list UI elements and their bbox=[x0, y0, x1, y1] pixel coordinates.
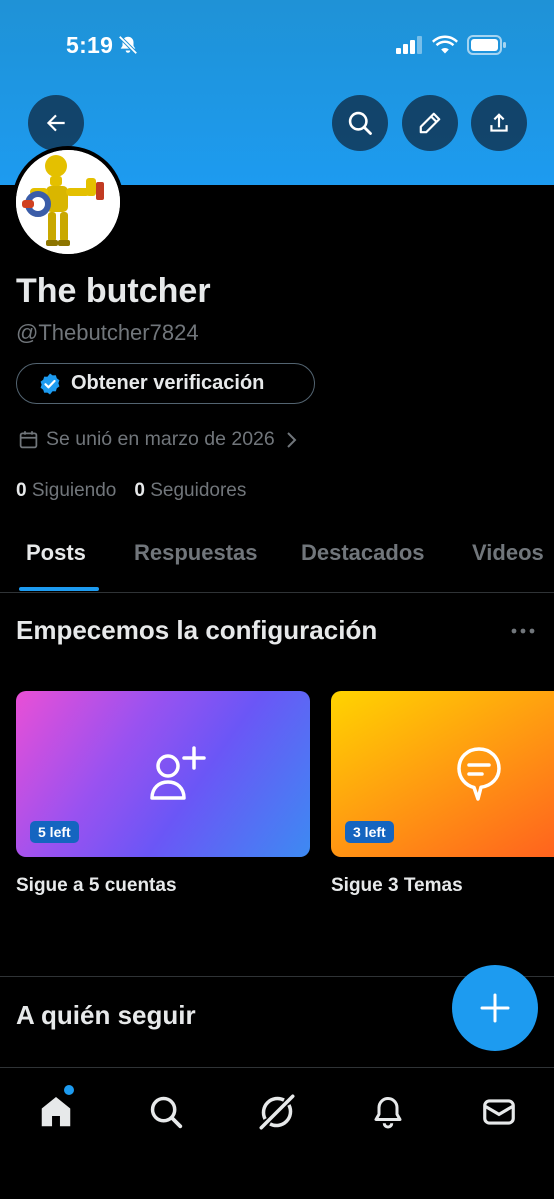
more-options-icon[interactable] bbox=[509, 620, 539, 642]
add-user-icon bbox=[150, 746, 206, 800]
battery-icon bbox=[467, 35, 506, 55]
bottom-nav bbox=[0, 1067, 554, 1199]
bell-muted-icon bbox=[118, 35, 138, 55]
search-icon bbox=[348, 111, 372, 135]
followers-label: Seguidores bbox=[150, 480, 247, 501]
profile-handle: @Thebutcher7824 bbox=[16, 320, 199, 345]
plus-icon bbox=[480, 993, 510, 1023]
profile-search-button[interactable] bbox=[332, 95, 388, 151]
followers-number: 0 bbox=[134, 480, 145, 501]
search-icon bbox=[150, 1096, 183, 1129]
who-to-follow-title: A quién seguir bbox=[16, 1000, 196, 1030]
remaining-badge: 5 left bbox=[30, 821, 79, 843]
joined-date[interactable]: Se unió en marzo de 2026 bbox=[18, 428, 297, 451]
back-button[interactable] bbox=[28, 95, 84, 151]
follow-accounts-caption: Sigue a 5 cuentas bbox=[16, 875, 177, 896]
profile-tabs: Posts Respuestas Destacados Videos bbox=[0, 520, 554, 593]
arrow-left-icon bbox=[46, 114, 65, 132]
bell-icon bbox=[374, 1097, 402, 1129]
nav-search[interactable] bbox=[144, 1090, 188, 1134]
status-time: 5:19 bbox=[66, 32, 114, 58]
edit-profile-button[interactable] bbox=[402, 95, 458, 151]
profile-name: The butcher bbox=[16, 272, 211, 310]
wifi-icon bbox=[432, 35, 458, 54]
follow-topics-caption: Sigue 3 Temas bbox=[331, 875, 463, 896]
cellular-signal-icon bbox=[396, 36, 422, 54]
share-button[interactable] bbox=[471, 95, 527, 151]
calendar-icon bbox=[19, 431, 38, 449]
following-label: Siguiendo bbox=[31, 480, 117, 501]
nav-grok[interactable] bbox=[255, 1090, 299, 1134]
pencil-icon bbox=[419, 112, 441, 134]
grok-icon bbox=[259, 1094, 295, 1130]
share-icon bbox=[490, 113, 508, 132]
follow-topics-card[interactable]: 3 left bbox=[331, 691, 554, 857]
get-verified-button[interactable]: Obtener verificación bbox=[16, 363, 315, 404]
compose-post-button[interactable] bbox=[452, 965, 538, 1051]
get-verified-label: Obtener verificación bbox=[71, 372, 265, 394]
nav-messages[interactable] bbox=[477, 1090, 521, 1134]
following-count[interactable]: 0 Siguiendo bbox=[16, 480, 116, 502]
tab-highlights[interactable]: Destacados bbox=[301, 540, 425, 566]
active-tab-indicator bbox=[19, 587, 99, 591]
setup-section-title: Empecemos la configuración bbox=[16, 615, 378, 645]
following-number: 0 bbox=[16, 480, 27, 501]
follow-counts: 0 Siguiendo 0 Seguidores bbox=[16, 480, 246, 502]
tab-videos[interactable]: Videos bbox=[472, 540, 544, 566]
nav-home[interactable] bbox=[34, 1090, 78, 1134]
notification-dot bbox=[64, 1085, 74, 1095]
follow-accounts-card[interactable]: 5 left bbox=[16, 691, 310, 857]
mail-icon bbox=[483, 1099, 515, 1125]
topic-bubble-icon bbox=[457, 747, 501, 801]
chevron-right-icon bbox=[287, 431, 297, 448]
nav-notifications[interactable] bbox=[366, 1090, 410, 1134]
followers-count[interactable]: 0 Seguidores bbox=[134, 480, 246, 502]
verified-badge-icon bbox=[40, 373, 60, 394]
avatar[interactable] bbox=[12, 146, 124, 258]
tab-replies[interactable]: Respuestas bbox=[134, 540, 258, 566]
tab-posts[interactable]: Posts bbox=[26, 540, 86, 566]
home-icon bbox=[41, 1096, 71, 1127]
status-bar: 5:19 bbox=[0, 0, 554, 92]
joined-date-text: Se unió en marzo de 2026 bbox=[46, 428, 275, 450]
remaining-badge: 3 left bbox=[345, 821, 394, 843]
avatar-image bbox=[16, 150, 120, 254]
